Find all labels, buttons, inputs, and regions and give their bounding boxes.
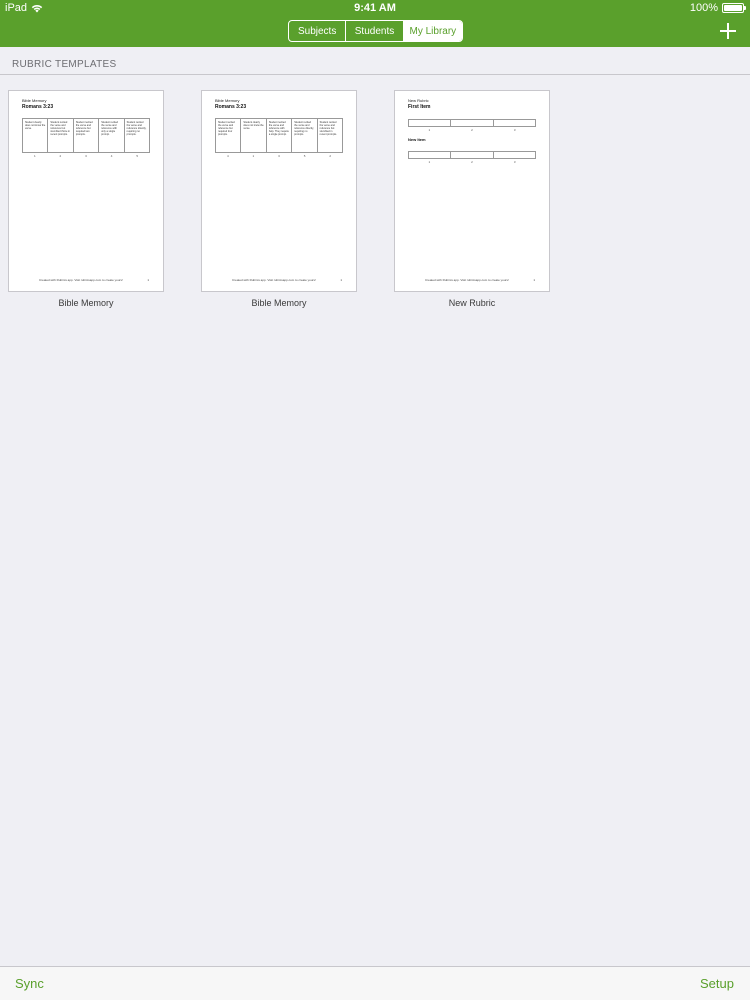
- score-value: 2: [329, 154, 331, 158]
- criteria-grid: [408, 151, 536, 159]
- status-bar: iPad 9:41 AM 100%: [0, 0, 750, 16]
- template-card-new-rubric[interactable]: New Rubric First Item 1 2 3 New Item 1 2…: [394, 90, 550, 308]
- doc-category: Bible Memory: [215, 98, 240, 103]
- criteria-cell: Student recited the verse and reference …: [48, 119, 74, 152]
- criteria-cell: Student recited the verse and reference …: [267, 119, 293, 152]
- score-value: 3: [513, 128, 516, 132]
- criteria-cell: [494, 120, 535, 126]
- doc-page-number: 1: [533, 278, 535, 282]
- score-value: 3: [85, 154, 87, 158]
- criteria-cell: Student recited the verse and reference …: [292, 119, 318, 152]
- template-name[interactable]: New Rubric: [394, 298, 550, 308]
- doc-footer: Created with Rubrics app. Visit rubricsa…: [39, 278, 123, 282]
- doc-page-number: 1: [147, 278, 149, 282]
- score-row: 1 2 3: [408, 128, 536, 132]
- doc-page-number: 1: [340, 278, 342, 282]
- item-title: New Item: [408, 137, 426, 142]
- battery-icon: [722, 3, 746, 13]
- criteria-grid: Student clearly does not know the verse.…: [22, 118, 150, 153]
- score-value: 2: [59, 154, 62, 158]
- criteria-cell: [409, 152, 452, 158]
- battery-level: [724, 5, 742, 11]
- criteria-cell: [451, 152, 494, 158]
- template-name[interactable]: Bible Memory: [201, 298, 357, 308]
- criteria-cell: [451, 120, 494, 126]
- criteria-cell: Student recited the verse and reference …: [216, 119, 242, 152]
- template-card-bible-memory-2[interactable]: Bible Memory Romans 3:23 Student recited…: [201, 90, 357, 308]
- score-value: 2: [471, 128, 473, 132]
- score-row: 4 1 3 5 2: [215, 154, 343, 158]
- doc-title: First Item: [408, 104, 431, 110]
- score-value: 4: [226, 154, 229, 158]
- sync-button[interactable]: Sync: [15, 976, 44, 991]
- score-value: 1: [33, 154, 36, 158]
- score-value: 3: [278, 154, 280, 158]
- library-segmented-control[interactable]: Subjects Students My Library: [288, 20, 463, 42]
- criteria-cell: Student recited the verse and reference …: [319, 121, 337, 136]
- template-thumbnail[interactable]: Bible Memory Romans 3:23 Student clearly…: [8, 90, 164, 292]
- template-thumbnail[interactable]: Bible Memory Romans 3:23 Student recited…: [201, 90, 357, 292]
- template-card-bible-memory[interactable]: Bible Memory Romans 3:23 Student clearly…: [8, 90, 164, 308]
- criteria-cell: [409, 120, 452, 126]
- criteria-cell: [494, 152, 535, 158]
- status-time: 9:41 AM: [354, 2, 396, 14]
- template-name[interactable]: Bible Memory: [8, 298, 164, 308]
- criteria-cell: Student recited the verse and reference …: [74, 119, 100, 152]
- doc-category: Bible Memory: [22, 98, 47, 103]
- add-icon[interactable]: [718, 21, 738, 41]
- criteria-cell: Student clearly does not know the verse.: [23, 119, 49, 152]
- tab-subjects[interactable]: Subjects: [289, 21, 347, 41]
- doc-footer: Created with Rubrics app. Visit rubricsa…: [232, 278, 316, 282]
- section-header: RUBRIC TEMPLATES: [12, 59, 117, 70]
- score-value: 1: [428, 160, 431, 164]
- score-value: 5: [136, 154, 138, 158]
- score-value: 4: [110, 154, 113, 158]
- score-row: 1 2 3: [408, 160, 536, 164]
- criteria-grid: [408, 119, 536, 127]
- tab-my-library[interactable]: My Library: [403, 21, 462, 41]
- setup-button[interactable]: Setup: [700, 976, 734, 991]
- score-value: 2: [471, 160, 473, 164]
- doc-category: New Rubric: [408, 98, 429, 103]
- score-value: 3: [513, 160, 516, 164]
- criteria-cell: Student clearly does not know the verse.: [241, 119, 267, 152]
- score-value: 5: [303, 154, 306, 158]
- score-row: 1 2 3 4 5: [22, 154, 150, 158]
- battery-percent: 100%: [689, 2, 718, 14]
- section-divider: [0, 74, 750, 75]
- doc-title: Romans 3:23: [22, 104, 54, 110]
- bottom-toolbar: Sync Setup: [0, 966, 750, 1000]
- doc-title: Romans 3:23: [215, 104, 247, 110]
- criteria-cell: Student recited the verse and reference …: [99, 119, 125, 152]
- navigation-bar: iPad 9:41 AM 100% Subjects Students My L…: [0, 0, 750, 47]
- tab-students[interactable]: Students: [346, 21, 404, 41]
- score-value: 1: [428, 128, 431, 132]
- score-value: 1: [252, 154, 255, 158]
- criteria-grid: Student recited the verse and reference …: [215, 118, 343, 153]
- template-thumbnail[interactable]: New Rubric First Item 1 2 3 New Item 1 2…: [394, 90, 550, 292]
- criteria-cell: Student recited the verse and reference …: [126, 121, 147, 136]
- doc-footer: Created with Rubrics app. Visit rubricsa…: [425, 278, 509, 282]
